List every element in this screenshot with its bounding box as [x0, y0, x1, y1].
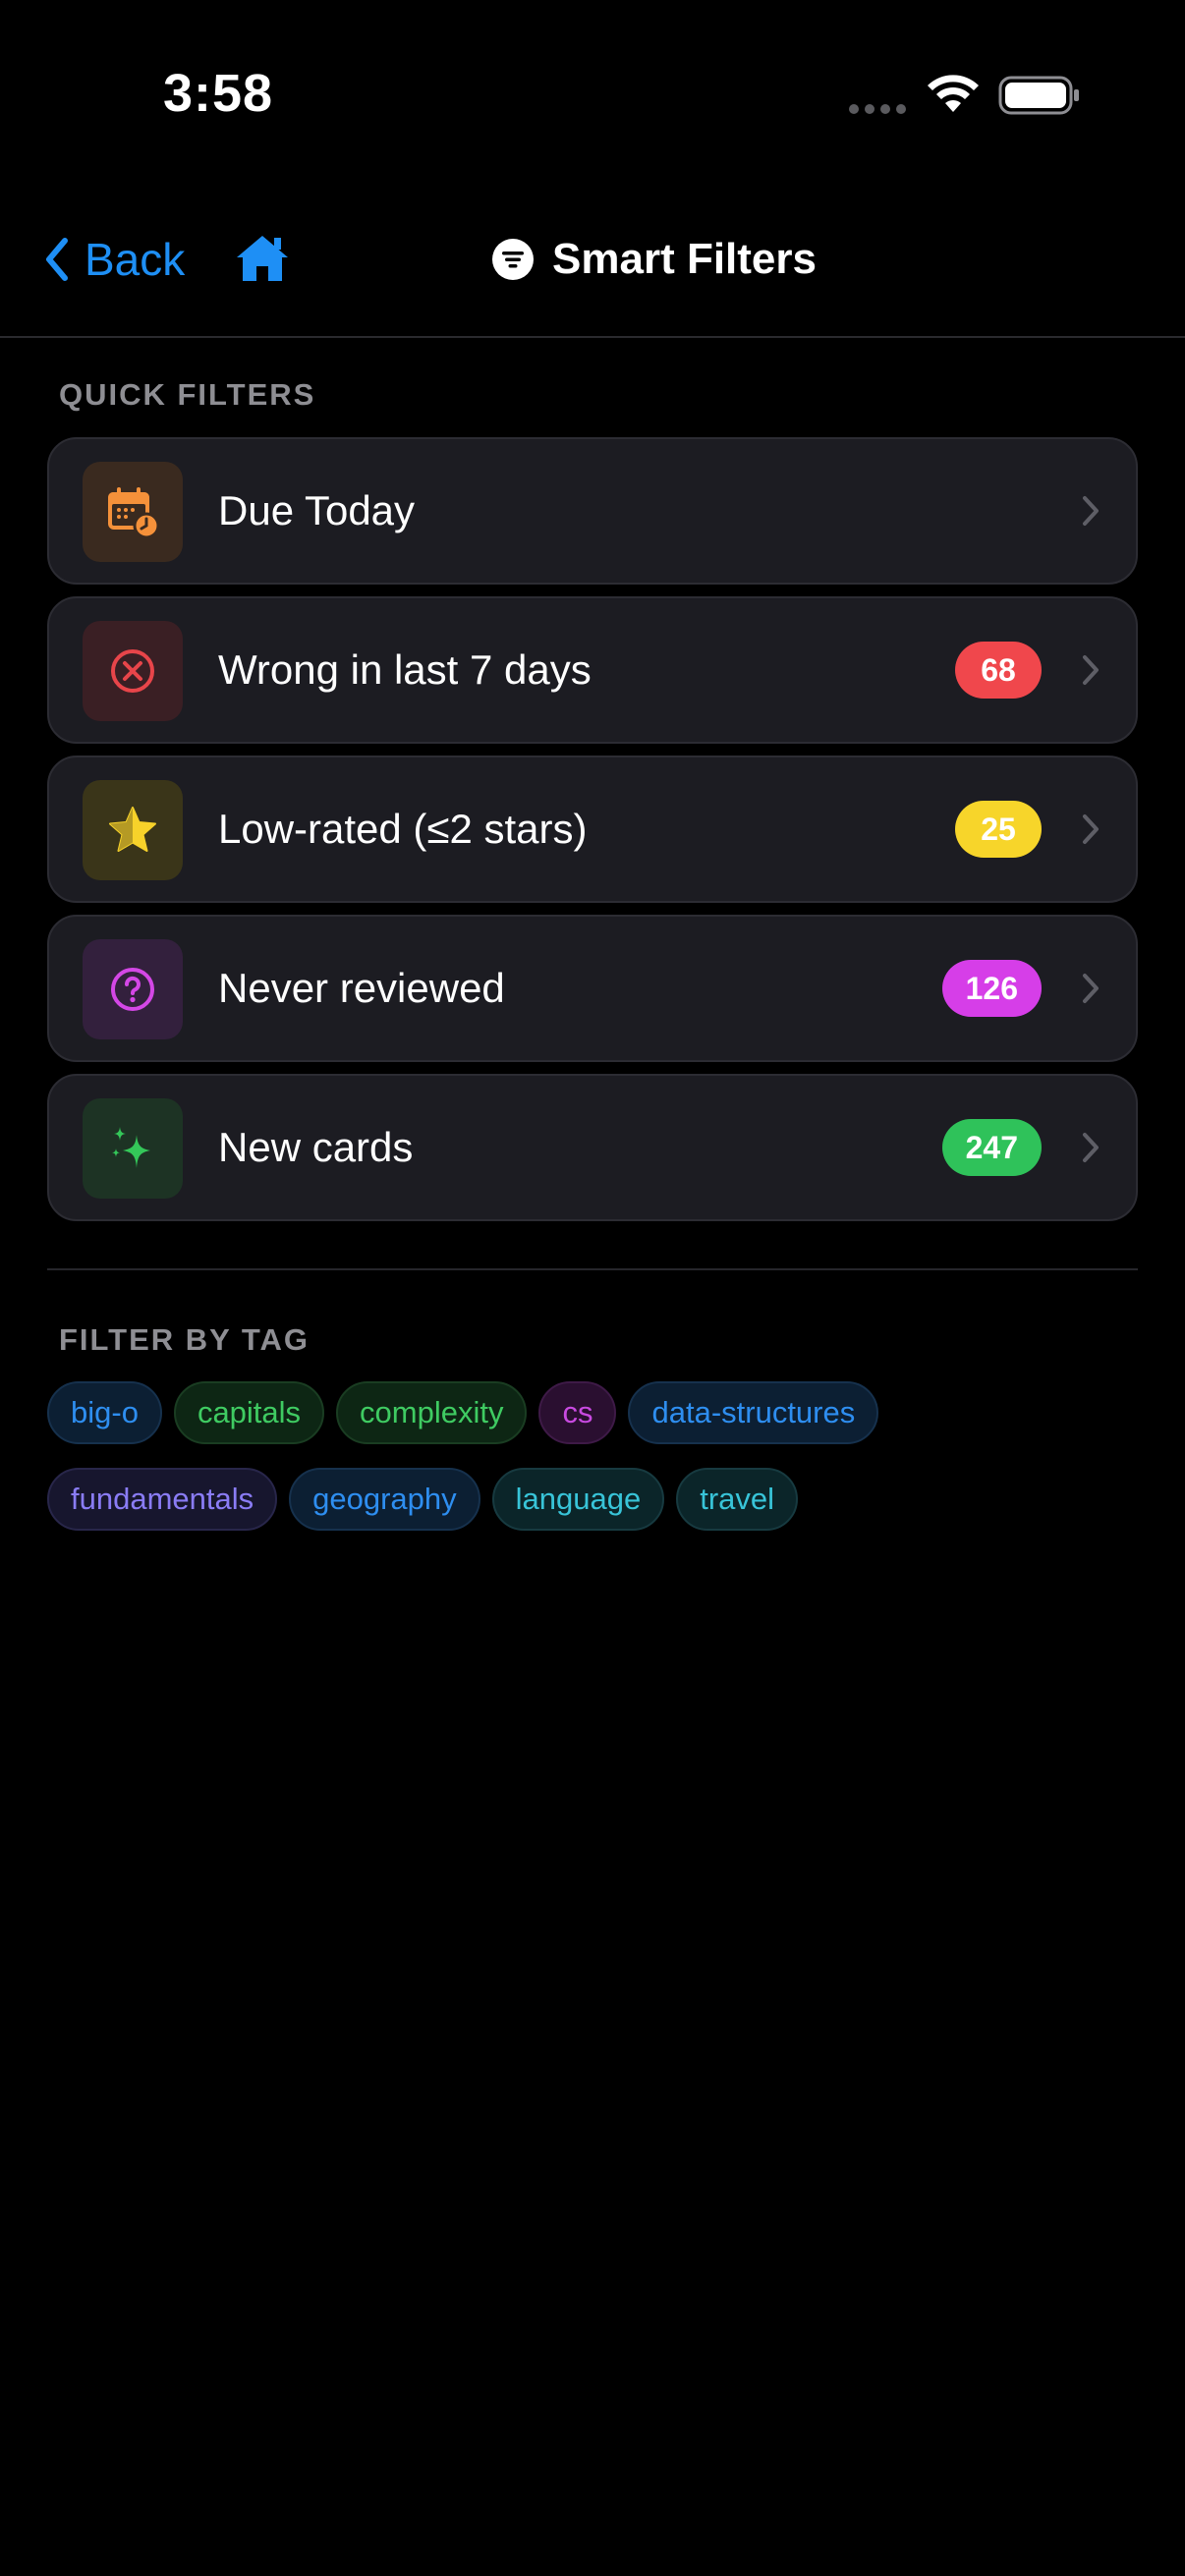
chevron-right-icon: [1083, 974, 1099, 1003]
wifi-icon: [928, 75, 979, 112]
filter-icon-box: [83, 939, 183, 1039]
screen: 3:58 Back Smart Filters QUICK FILTERS Du…: [0, 0, 1185, 2576]
filter-label: Due Today: [218, 487, 416, 533]
filter-label: Low-rated (≤2 stars): [218, 806, 588, 852]
tag-chip-travel[interactable]: travel: [676, 1468, 799, 1531]
quick-filters-header: QUICK FILTERS: [59, 377, 316, 412]
question-circle-icon: [111, 968, 154, 1011]
nav-divider: [0, 336, 1185, 338]
filter-row-new-cards[interactable]: New cards 247: [47, 1074, 1138, 1221]
chevron-right-icon: [1083, 1133, 1099, 1162]
filter-label: New cards: [218, 1124, 414, 1170]
calendar-clock-icon: [108, 487, 160, 539]
tag-chip-language[interactable]: language: [491, 1468, 665, 1531]
status-bar: 3:58: [0, 0, 1185, 187]
tag-chip-data-structures[interactable]: data-structures: [628, 1381, 879, 1444]
back-label: Back: [85, 234, 186, 285]
star-icon: [109, 807, 156, 852]
home-icon[interactable]: [234, 232, 291, 285]
filter-icon-box: [83, 1098, 183, 1199]
cellular-signal-icon: [849, 104, 906, 114]
status-time: 3:58: [163, 64, 274, 123]
filter-icon-box: [83, 621, 183, 721]
x-circle-icon: [111, 649, 154, 693]
navigation-bar: Back Smart Filters: [0, 206, 1185, 324]
filter-icon-box: [83, 780, 183, 880]
tag-chip-fundamentals[interactable]: fundamentals: [47, 1468, 278, 1531]
tag-chip-capitals[interactable]: capitals: [173, 1381, 325, 1444]
tag-chip-big-o[interactable]: big-o: [47, 1381, 162, 1444]
tag-chip-geography[interactable]: geography: [289, 1468, 480, 1531]
chevron-right-icon: [1083, 496, 1099, 526]
filter-icon: [492, 239, 534, 280]
filter-label: Wrong in last 7 days: [218, 646, 592, 693]
count-badge: 25: [955, 801, 1042, 858]
tag-chip-complexity[interactable]: complexity: [336, 1381, 528, 1444]
back-button[interactable]: Back: [43, 230, 185, 289]
filter-row-never-reviewed[interactable]: Never reviewed 126: [47, 915, 1138, 1062]
count-badge: 247: [941, 1119, 1042, 1176]
chevron-left-icon: [46, 238, 68, 281]
filter-by-tag-header: FILTER BY TAG: [59, 1322, 310, 1357]
section-divider: [47, 1268, 1138, 1270]
tag-chip-cs[interactable]: cs: [538, 1381, 617, 1444]
chevron-right-icon: [1083, 655, 1099, 685]
sparkles-icon: [112, 1127, 150, 1168]
filter-label: Never reviewed: [218, 965, 505, 1011]
filter-row-low-rated[interactable]: Low-rated (≤2 stars) 25: [47, 756, 1138, 903]
chevron-right-icon: [1083, 814, 1099, 844]
filter-row-due-today[interactable]: Due Today: [47, 437, 1138, 585]
tag-list: big-o capitals complexity cs data-struct…: [47, 1381, 1148, 1531]
filter-row-wrong-last-7-days[interactable]: Wrong in last 7 days 68: [47, 596, 1138, 744]
battery-icon: [998, 76, 1079, 115]
filter-icon-box: [83, 462, 183, 562]
count-badge: 126: [941, 960, 1042, 1017]
page-title-text: Smart Filters: [552, 235, 817, 283]
page-title: Smart Filters: [491, 230, 817, 289]
count-badge: 68: [955, 642, 1042, 699]
